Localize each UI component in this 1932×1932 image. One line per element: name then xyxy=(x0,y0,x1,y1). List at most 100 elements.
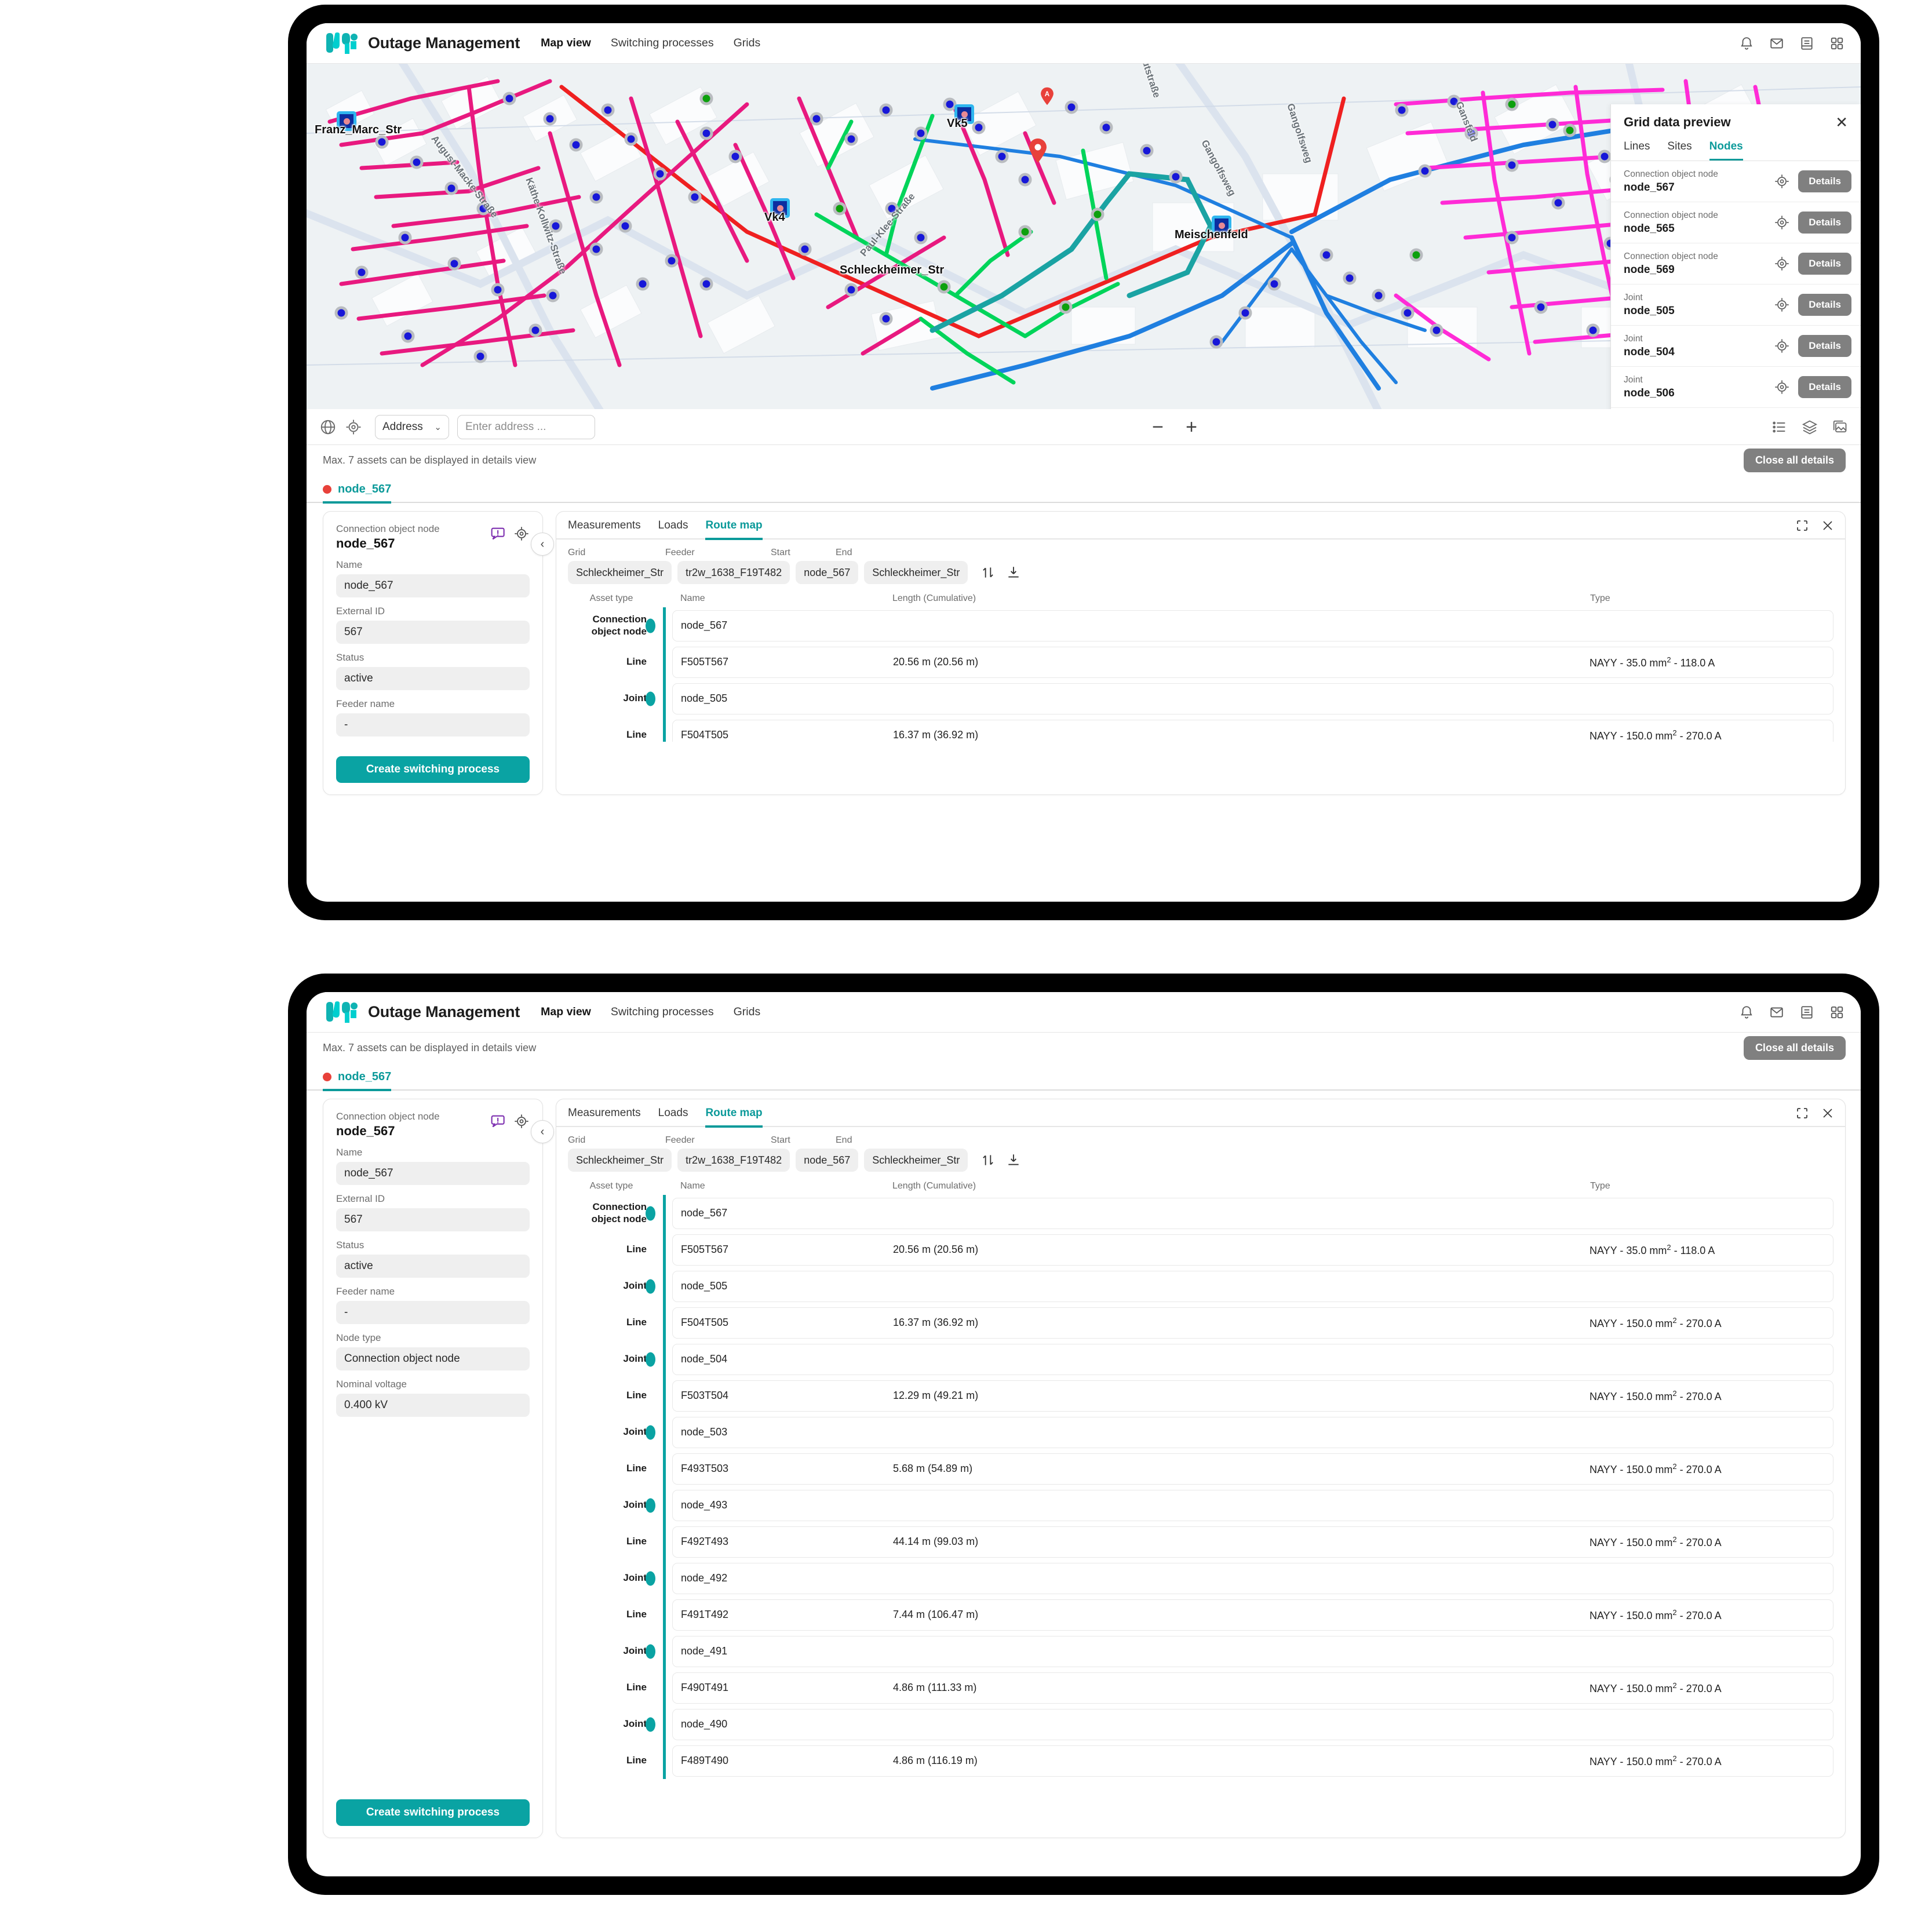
zoom-out-button[interactable]: − xyxy=(1150,417,1166,437)
collapse-left-icon[interactable]: ‹ xyxy=(531,533,554,556)
zoom-in-button[interactable]: + xyxy=(1183,417,1200,437)
target-icon[interactable] xyxy=(1774,214,1790,231)
route-table-row[interactable]: Connection object node node_567 xyxy=(568,1195,1833,1231)
map-view[interactable]: Franz_Marc_Str Vk5 Vk4 Meischenfeld Schl… xyxy=(307,64,1861,409)
field-value[interactable]: node_567 xyxy=(336,574,530,597)
document-icon[interactable] xyxy=(1799,36,1814,51)
nav-item-switching-processes[interactable]: Switching processes xyxy=(611,37,714,50)
map-site-marker-vk5[interactable] xyxy=(954,104,974,124)
sort-icon[interactable] xyxy=(980,1153,996,1168)
grid-data-preview-row[interactable]: Joint node_504 Details xyxy=(1611,326,1861,367)
field-value[interactable]: - xyxy=(336,1301,530,1324)
target-icon[interactable] xyxy=(1774,338,1790,354)
details-button[interactable]: Details xyxy=(1798,253,1851,275)
tab-route-map[interactable]: Route map xyxy=(705,519,763,540)
grid-data-preview-row[interactable]: Connection object node node_567 Details xyxy=(1611,161,1861,202)
route-table-row[interactable]: Joint node_503 xyxy=(568,1414,1833,1450)
basemap-icon[interactable] xyxy=(1832,419,1848,435)
document-icon[interactable] xyxy=(1799,1005,1814,1020)
filter-pill-end[interactable]: Schleckheimer_Str xyxy=(864,1149,968,1172)
bell-icon[interactable] xyxy=(1739,36,1754,51)
list-icon[interactable] xyxy=(1771,419,1788,435)
layers-icon[interactable] xyxy=(1802,419,1818,435)
expand-icon[interactable] xyxy=(1795,1106,1809,1120)
create-switching-process-button[interactable]: Create switching process xyxy=(336,1799,530,1826)
route-table-row[interactable]: Joint node_493 xyxy=(568,1487,1833,1523)
mail-icon[interactable] xyxy=(1769,1005,1784,1020)
grid-data-preview-row[interactable]: Joint node_506 Details xyxy=(1611,367,1861,408)
route-table-row[interactable]: Line F503T504 12.29 m (49.21 m) NAYY - 150.… xyxy=(568,1377,1833,1414)
comment-alert-icon[interactable] xyxy=(489,526,505,542)
route-table-body[interactable]: Connection object node node_567 Line F505T5… xyxy=(556,607,1845,742)
details-button[interactable]: Details xyxy=(1798,376,1851,398)
apps-grid-icon[interactable] xyxy=(1829,36,1844,51)
field-value[interactable]: 567 xyxy=(336,1208,530,1231)
asset-tab-node-567[interactable]: node_567 xyxy=(323,1070,392,1091)
close-icon[interactable] xyxy=(1821,1106,1835,1120)
bell-icon[interactable] xyxy=(1739,1005,1754,1020)
field-value[interactable]: Connection object node xyxy=(336,1347,530,1370)
tab-measurements[interactable]: Measurements xyxy=(568,1107,641,1125)
tab-loads[interactable]: Loads xyxy=(658,1107,688,1125)
grid-data-preview-row[interactable]: Joint node_505 Details xyxy=(1611,285,1861,326)
nav-item-map-view[interactable]: Map view xyxy=(541,1005,591,1019)
nav-item-grids[interactable]: Grids xyxy=(734,37,761,50)
route-table-row[interactable]: Line F505T567 20.56 m (20.56 m) NAYY - 35.0… xyxy=(568,1231,1833,1268)
apps-grid-icon[interactable] xyxy=(1829,1005,1844,1020)
field-value[interactable]: - xyxy=(336,713,530,737)
route-table-body-2[interactable]: Connection object node node_567 Line F505T5… xyxy=(556,1195,1845,1779)
search-mode-select[interactable]: Address ⌄ xyxy=(375,414,449,439)
grid-data-preview-row[interactable]: Connection object node node_565 Details xyxy=(1611,202,1861,243)
download-icon[interactable] xyxy=(1006,1153,1021,1168)
target-icon[interactable] xyxy=(513,526,530,542)
target-icon[interactable] xyxy=(1774,297,1790,313)
field-value[interactable]: node_567 xyxy=(336,1162,530,1185)
route-table-row[interactable]: Joint node_490 xyxy=(568,1706,1833,1743)
mail-icon[interactable] xyxy=(1769,36,1784,51)
details-button[interactable]: Details xyxy=(1798,170,1851,192)
collapse-left-icon[interactable]: ‹ xyxy=(531,1120,554,1143)
close-icon[interactable]: ✕ xyxy=(1835,115,1848,130)
create-switching-process-button[interactable]: Create switching process xyxy=(336,756,530,783)
filter-pill-end[interactable]: Schleckheimer_Str xyxy=(864,561,968,584)
nav-item-map-view[interactable]: Map view xyxy=(541,37,591,50)
route-table-row[interactable]: Joint node_492 xyxy=(568,1560,1833,1596)
target-icon[interactable] xyxy=(1774,256,1790,272)
details-button[interactable]: Details xyxy=(1798,335,1851,357)
grid-data-preview-list[interactable]: Connection object node node_567 Details Con… xyxy=(1611,161,1861,409)
details-button[interactable]: Details xyxy=(1798,212,1851,234)
nav-item-switching-processes[interactable]: Switching processes xyxy=(611,1005,714,1019)
filter-pill-feeder[interactable]: tr2w_1638_F19T482 xyxy=(677,561,790,584)
route-table-row[interactable]: Line F493T503 5.68 m (54.89 m) NAYY - 150.0… xyxy=(568,1450,1833,1487)
nav-item-grids[interactable]: Grids xyxy=(734,1005,761,1019)
route-table-row[interactable]: Joint node_504 xyxy=(568,1341,1833,1377)
filter-pill-feeder[interactable]: tr2w_1638_F19T482 xyxy=(677,1149,790,1172)
filter-pill-start[interactable]: node_567 xyxy=(796,561,859,584)
tab-sites[interactable]: Sites xyxy=(1667,140,1692,161)
field-value[interactable]: 0.400 kV xyxy=(336,1394,530,1417)
download-icon[interactable] xyxy=(1006,565,1021,580)
map-outage-pin-icon[interactable] xyxy=(1028,138,1048,163)
route-table-row[interactable]: Line F504T505 16.37 m (36.92 m) NAYY - 150.… xyxy=(568,717,1833,742)
route-table-row[interactable]: Connection object node node_567 xyxy=(568,607,1833,644)
map-site-marker-vk4[interactable] xyxy=(770,198,790,218)
route-table-row[interactable]: Line F490T491 4.86 m (111.33 m) NAYY - 150.… xyxy=(568,1669,1833,1706)
route-table-row[interactable]: Joint node_491 xyxy=(568,1633,1833,1669)
comment-alert-icon[interactable] xyxy=(489,1113,505,1129)
close-all-details-button[interactable]: Close all details xyxy=(1743,1036,1846,1060)
route-table-row[interactable]: Line F504T505 16.37 m (36.92 m) NAYY - 150.… xyxy=(568,1304,1833,1341)
field-value[interactable]: active xyxy=(336,1255,530,1278)
sort-icon[interactable] xyxy=(980,565,996,580)
field-value[interactable]: active xyxy=(336,667,530,690)
details-button[interactable]: Details xyxy=(1798,294,1851,316)
filter-pill-grid[interactable]: Schleckheimer_Str xyxy=(568,1149,672,1172)
address-input[interactable]: Enter address ... xyxy=(457,414,595,439)
route-table-row[interactable]: Line F491T492 7.44 m (106.47 m) NAYY - 150.… xyxy=(568,1596,1833,1633)
asset-tab-node-567[interactable]: node_567 xyxy=(323,483,392,504)
filter-pill-grid[interactable]: Schleckheimer_Str xyxy=(568,561,672,584)
tab-loads[interactable]: Loads xyxy=(658,519,688,538)
map-site-marker-meischenfeld[interactable] xyxy=(1212,216,1231,235)
target-icon[interactable] xyxy=(345,418,362,436)
map-site-marker-franz-marc-str[interactable] xyxy=(337,111,356,131)
close-all-details-button[interactable]: Close all details xyxy=(1743,448,1846,472)
